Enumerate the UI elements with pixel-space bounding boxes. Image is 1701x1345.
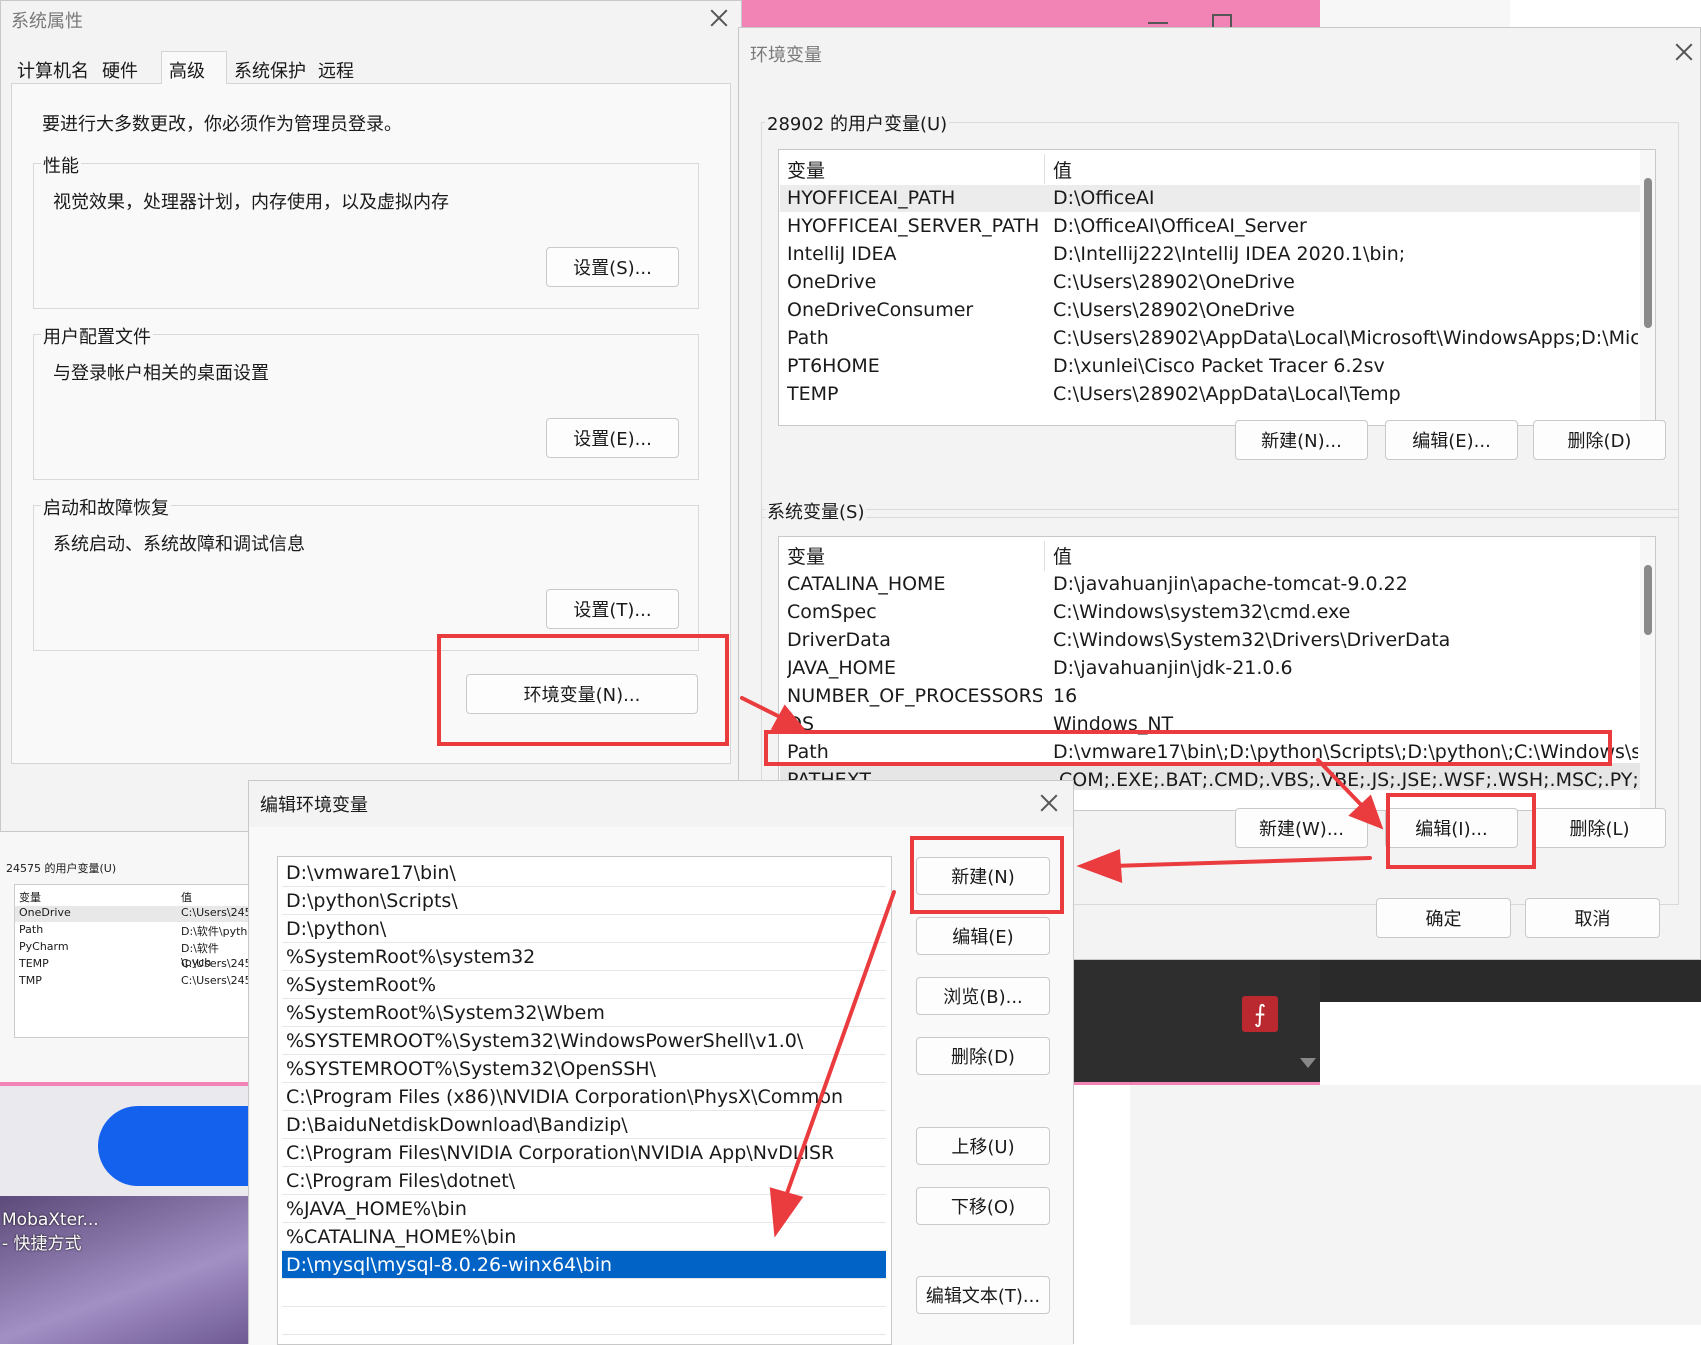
arrow-to-new-entry [784, 890, 896, 1198]
arrow-head-icon [1076, 849, 1123, 883]
annotation-arrows [740, 696, 1384, 1238]
arrow-to-edit-button [1316, 758, 1370, 814]
arrow-head-icon [769, 1187, 804, 1238]
arrow-to-new-button [1110, 856, 1372, 868]
arrow-head-icon [770, 704, 808, 733]
